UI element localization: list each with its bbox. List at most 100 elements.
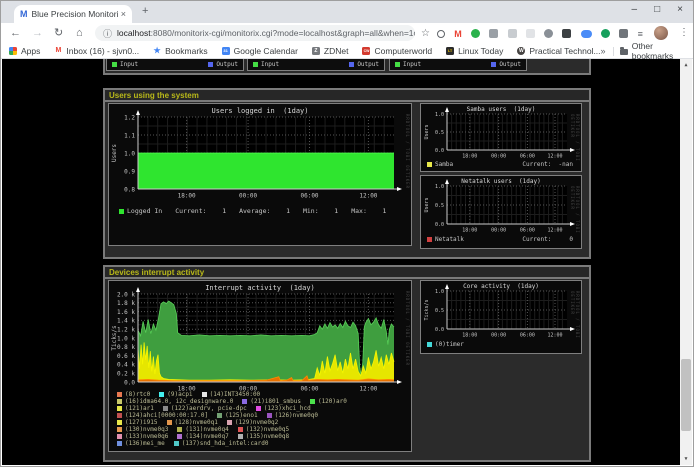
legend-label: (16)idma64.0, i2c_designware.0 [125, 398, 233, 405]
bookmark-star-icon[interactable]: ☆ [421, 28, 430, 39]
faded-app-extension-icon[interactable] [526, 29, 535, 38]
legend-swatch-icon [117, 420, 122, 425]
bookmarks-overflow-chevron[interactable]: » [601, 46, 613, 56]
scrollbar-thumb[interactable] [681, 359, 691, 431]
legend-swatch-icon [117, 434, 122, 439]
scrollbar-up-arrow-icon[interactable]: ▲ [680, 59, 692, 71]
output-legend: Output [208, 61, 238, 68]
rrdtool-watermark: RRDTOOL / TOBI OETIKER [570, 114, 580, 171]
legend-row: (124)ahci[0000:00:17.0](125)eno1(126)nvm… [117, 412, 347, 419]
dark-app-extension-icon[interactable] [562, 29, 571, 38]
browser-menu-icon[interactable]: ⋮ [679, 27, 689, 38]
evernote-extension-icon[interactable] [601, 29, 610, 38]
output-swatch-icon [349, 62, 354, 67]
bookmark-bookmarks[interactable]: ★Bookmarks [153, 46, 208, 56]
legend-swatch-icon [310, 399, 315, 404]
tab-close-icon[interactable]: × [121, 9, 126, 19]
legend-label: (128)nvme0q1 [175, 419, 218, 426]
svg-text:0.0: 0.0 [435, 148, 444, 154]
legend-label: (120)ar0 [318, 398, 347, 405]
legend-item: (132)nvme0q5 [238, 426, 289, 433]
url-host: localhost [117, 28, 151, 38]
window-minimize-button[interactable]: – [632, 4, 638, 15]
legend-item: (126)nvme0q0 [267, 412, 318, 419]
samba-users-graph[interactable]: 1.00.50.018:0000:0006:0012:00Users Samba… [420, 103, 582, 172]
legend-item: Logged In [119, 207, 162, 215]
partial-graph-box[interactable]: Input Output [247, 59, 385, 71]
hangouts-extension-icon[interactable] [471, 29, 480, 38]
tab-list-extension-icon[interactable]: ≡ [638, 29, 643, 39]
legend-row: (16)idma64.0, i2c_designware.0(21)i801_s… [117, 398, 347, 405]
gmail-extension-icon[interactable]: M [454, 29, 462, 39]
browser-window: M Blue Precision Monitorix × + – □ × ← →… [0, 0, 694, 467]
bookmark-apps[interactable]: Apps [9, 46, 40, 56]
users-logged-in-graph[interactable]: 1.21.11.00.90.818:0000:0006:0012:00Users… [108, 103, 412, 246]
legend-label: (130)nvme0q3 [125, 426, 168, 433]
rrdtool-watermark: RRDTOOL / TOBI OETIKER [570, 186, 580, 248]
legend-swatch-icon [177, 427, 182, 432]
address-bar[interactable]: ⓘ localhost:8080/monitorix-cgi/monitorix… [95, 25, 415, 41]
notes-extension-icon[interactable] [508, 29, 517, 38]
svg-text:06:00: 06:00 [520, 228, 535, 234]
legend-item: (128)nvme0q1 [167, 419, 218, 426]
search-extension-icon[interactable] [437, 30, 445, 38]
svg-text:2.0 k: 2.0 k [117, 291, 135, 298]
partial-graph-box[interactable]: Input Output [389, 59, 527, 71]
svg-text:06:00: 06:00 [300, 193, 318, 200]
svg-text:12:00: 12:00 [547, 154, 562, 160]
bookmarks-bar: Apps MInbox (16) - sjvn0... ★Bookmarks 31Go… [1, 44, 693, 59]
svg-text:1.0: 1.0 [124, 150, 135, 157]
page-scrollbar[interactable]: ▲ ▼ [680, 59, 692, 465]
legend-stat: Min: 1 [303, 207, 338, 215]
page-info-icon[interactable]: ⓘ [103, 27, 112, 40]
puzzle-extension-icon[interactable] [619, 29, 628, 38]
home-button[interactable]: ⌂ [76, 27, 83, 40]
browser-tab[interactable]: M Blue Precision Monitorix × [14, 5, 132, 23]
legend-item: (137)snd_hda_intel:card0 [174, 440, 269, 447]
svg-text:1.4 k: 1.4 k [117, 318, 135, 325]
svg-text:0.0: 0.0 [124, 379, 135, 386]
back-button[interactable]: ← [10, 27, 21, 40]
legend-swatch-icon [202, 392, 207, 397]
legend-item: Netatalk [427, 236, 464, 243]
svg-text:06:00: 06:00 [520, 154, 535, 160]
svg-text:18:00: 18:00 [462, 154, 477, 160]
bookmark-zdnet[interactable]: ZZDNet [312, 46, 349, 56]
input-legend: Input [253, 61, 279, 68]
bookmark-google-calendar[interactable]: 31Google Calendar [222, 46, 298, 56]
reload-button[interactable]: ↻ [54, 27, 63, 40]
bookmark-gmail-inbox[interactable]: MInbox (16) - sjvn0... [54, 46, 139, 56]
profile-avatar[interactable] [654, 26, 668, 40]
legend-label: (122)aerdrv, pcie-dpc [171, 405, 247, 412]
bookmark-linux-today[interactable]: LTLinux Today [446, 46, 503, 56]
copy-pages-extension-icon[interactable] [489, 29, 498, 38]
scrollbar-down-arrow-icon[interactable]: ▼ [680, 453, 692, 465]
partial-graph-box[interactable]: Input Output [106, 59, 244, 71]
legend-stat: Current: 1 [175, 207, 226, 215]
legend-label: Logged In [127, 207, 162, 215]
svg-text:00:00: 00:00 [491, 228, 506, 234]
legend-swatch-icon [159, 392, 164, 397]
bookmarks-items: Apps MInbox (16) - sjvn0... ★Bookmarks 31Go… [1, 46, 601, 56]
legend-swatch-icon [227, 420, 232, 425]
messenger-extension-icon[interactable] [581, 30, 592, 38]
legend-item: (124)ahci[0000:00:17.0] [117, 412, 208, 419]
forward-button: → [32, 27, 43, 40]
bookmark-label: Practical Technol... [529, 46, 600, 56]
bookmark-computerworld[interactable]: CWComputerworld [362, 46, 432, 56]
computerworld-icon: CW [362, 47, 370, 55]
tab-strip: M Blue Precision Monitorix × + – □ × [1, 1, 693, 23]
legend-swatch-icon [427, 342, 432, 347]
new-tab-button[interactable]: + [142, 5, 148, 17]
camera-extension-icon[interactable] [544, 29, 553, 38]
other-bookmarks-button[interactable]: Other bookmarks [620, 41, 693, 61]
interrupt-activity-graph[interactable]: 2.0 k1.8 k1.6 k1.4 k1.2 k1.0 k0.8 k0.6 k… [108, 280, 412, 452]
bookmark-practical-tech[interactable]: WPractical Technol... [517, 46, 600, 56]
core-activity-graph[interactable]: 1.00.50.018:0000:0006:0012:00Ticks/s Cor… [420, 280, 582, 354]
url-text[interactable]: localhost:8080/monitorix-cgi/monitorix.c… [117, 28, 415, 38]
window-close-button[interactable]: × [677, 4, 683, 15]
svg-text:0.9: 0.9 [124, 168, 135, 175]
netatalk-users-graph[interactable]: 1.00.50.018:0000:0006:0012:00Users Netat… [420, 175, 582, 249]
window-maximize-button[interactable]: □ [654, 4, 660, 15]
legend-label: (129)nvme0q2 [235, 419, 278, 426]
